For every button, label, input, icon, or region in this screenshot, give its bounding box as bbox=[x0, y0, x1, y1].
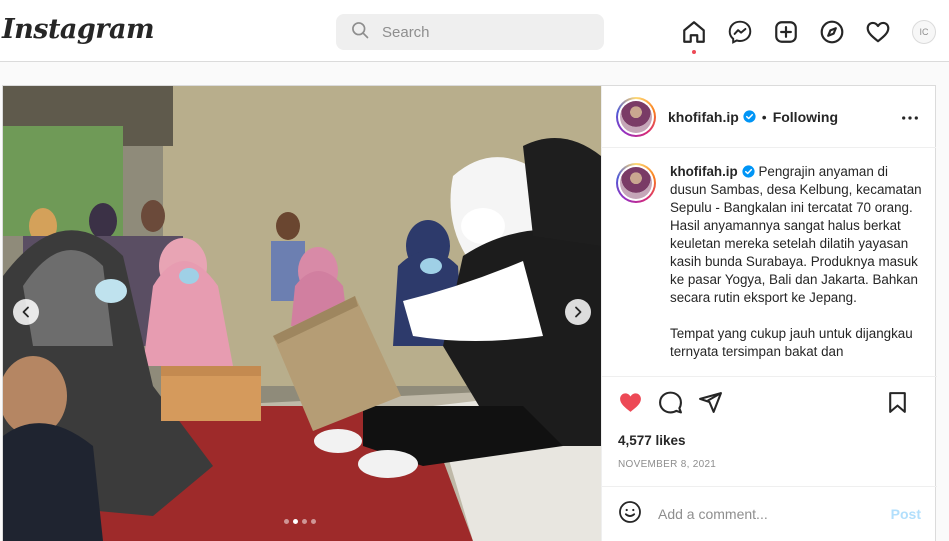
instagram-logo[interactable]: Instagram bbox=[2, 14, 155, 45]
story-ring-avatar[interactable] bbox=[616, 96, 656, 137]
caption-avatar[interactable] bbox=[616, 163, 656, 203]
bookmark-icon bbox=[888, 392, 906, 413]
search-bar[interactable] bbox=[336, 14, 604, 50]
caption-paragraph-1: Pengrajin anyaman di dusun Sambas, desa … bbox=[670, 164, 922, 305]
caption-username[interactable]: khofifah.ip bbox=[670, 164, 738, 179]
post-header: khofifah.ip • Following bbox=[602, 86, 936, 148]
share-button[interactable] bbox=[696, 389, 724, 417]
carousel-dot bbox=[311, 519, 316, 524]
carousel-dot bbox=[302, 519, 307, 524]
likes-count[interactable]: 4,577 likes bbox=[618, 433, 686, 448]
caption-paragraph-2: Tempat yang cukup jauh untuk dijangkau t… bbox=[670, 326, 913, 359]
profile-initials: IC bbox=[912, 20, 936, 44]
save-button[interactable] bbox=[883, 389, 911, 417]
more-options-icon[interactable] bbox=[900, 108, 920, 128]
messenger-icon[interactable] bbox=[726, 18, 754, 46]
activity-heart-icon[interactable] bbox=[864, 18, 892, 46]
carousel-next-button[interactable] bbox=[565, 299, 591, 325]
avatar bbox=[620, 100, 652, 133]
comment-box: Post bbox=[602, 486, 937, 541]
post-comment-button[interactable]: Post bbox=[891, 506, 921, 522]
send-icon bbox=[698, 392, 722, 413]
caption-text: khofifah.ip Pengrajin anyaman di dusun S… bbox=[670, 163, 922, 376]
chevron-right-icon bbox=[575, 306, 582, 318]
separator-bullet: • bbox=[761, 108, 767, 125]
carousel-prev-button[interactable] bbox=[13, 299, 39, 325]
chevron-left-icon bbox=[22, 306, 29, 318]
post-photo[interactable] bbox=[3, 86, 601, 541]
notification-dot bbox=[692, 50, 696, 54]
caption-area: khofifah.ip Pengrajin anyaman di dusun S… bbox=[602, 149, 937, 376]
carousel-dot bbox=[284, 519, 289, 524]
explore-icon[interactable] bbox=[818, 18, 846, 46]
emoji-icon[interactable] bbox=[618, 500, 642, 529]
post-date[interactable]: NOVEMBER 8, 2021 bbox=[618, 459, 716, 470]
new-post-icon[interactable] bbox=[772, 18, 800, 46]
comment-icon bbox=[658, 391, 682, 414]
post-actions bbox=[602, 376, 937, 428]
photo-scene bbox=[3, 86, 601, 541]
comment-input[interactable] bbox=[658, 506, 878, 522]
following-button[interactable]: Following bbox=[773, 109, 838, 125]
search-icon bbox=[350, 20, 370, 45]
search-input[interactable] bbox=[382, 23, 582, 41]
verified-badge-icon bbox=[743, 110, 756, 123]
profile-avatar[interactable]: IC bbox=[910, 18, 938, 46]
carousel-dots bbox=[284, 519, 320, 524]
carousel-dot-active bbox=[293, 519, 298, 524]
verified-badge-icon bbox=[742, 165, 755, 178]
post-card: khofifah.ip • Following khofifah.ip Peng… bbox=[2, 85, 937, 541]
top-navigation-bar: Instagram IC bbox=[0, 0, 949, 62]
post-username[interactable]: khofifah.ip bbox=[668, 109, 739, 125]
home-icon[interactable] bbox=[680, 18, 708, 54]
like-button[interactable] bbox=[616, 389, 644, 417]
post-sidebar: khofifah.ip • Following khofifah.ip Peng… bbox=[601, 86, 937, 541]
comment-button[interactable] bbox=[656, 389, 684, 417]
heart-filled-icon bbox=[619, 393, 641, 412]
nav-icons: IC bbox=[680, 18, 949, 54]
